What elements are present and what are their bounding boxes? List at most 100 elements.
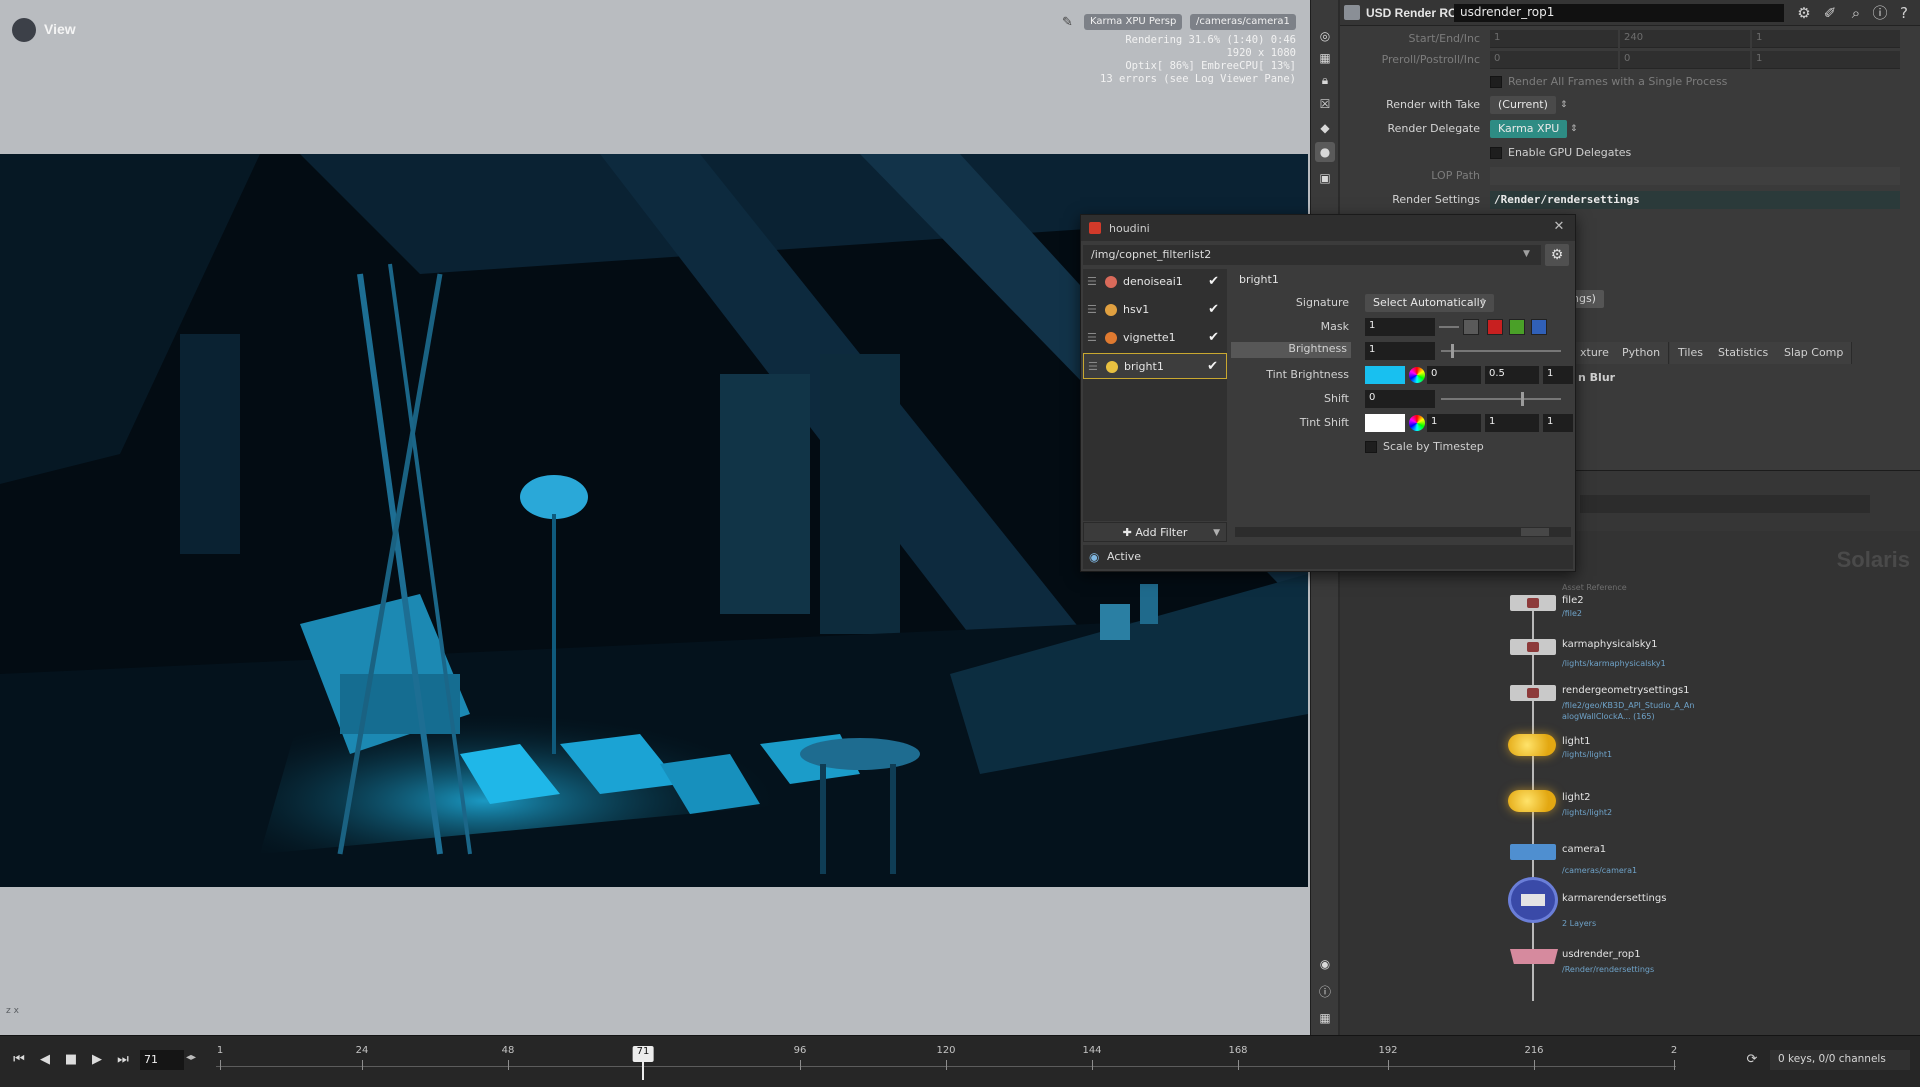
stop-icon[interactable]: ■ xyxy=(60,1049,82,1071)
add-filter-button[interactable]: ✚ Add Filter ▼ xyxy=(1083,522,1227,542)
tab-slap-comp[interactable]: Slap Comp xyxy=(1776,342,1853,364)
chevron-down-icon[interactable]: ▼ xyxy=(1523,249,1530,259)
tint-brightness-g[interactable]: 0.5 xyxy=(1485,366,1539,384)
timeline-ruler[interactable]: 1 24 48 96 120 144 168 192 216 2 71 xyxy=(216,1042,1677,1082)
jump-start-icon[interactable]: ⏮ xyxy=(8,1049,30,1071)
playhead-line[interactable] xyxy=(642,1062,644,1080)
filter-item-denoiseai1[interactable]: ☰ denoiseai1 ✔ xyxy=(1083,269,1227,295)
tint-shift-g[interactable]: 1 xyxy=(1485,414,1539,432)
tint-brightness-r[interactable]: 0 xyxy=(1427,366,1481,384)
mask-field[interactable]: 1 xyxy=(1365,318,1435,336)
horizontal-scrollbar[interactable] xyxy=(1235,527,1571,537)
headlight-icon[interactable]: ● xyxy=(1315,142,1335,162)
tint-brightness-b[interactable]: 1 xyxy=(1543,366,1573,384)
eye-icon[interactable]: ◎ xyxy=(1315,26,1335,46)
layout-grid-icon[interactable]: ▦ xyxy=(1315,1008,1335,1028)
brush-icon[interactable]: ✐ xyxy=(1820,3,1840,23)
lop-path-field[interactable] xyxy=(1490,167,1900,185)
ghost-icon[interactable]: ☒ xyxy=(1315,94,1335,114)
checkmark-icon[interactable]: ✔ xyxy=(1208,274,1219,289)
active-toggle-row[interactable]: ◉ Active xyxy=(1083,545,1573,569)
filter-item-hsv1[interactable]: ☰ hsv1 ✔ xyxy=(1083,297,1227,323)
render-settings-field[interactable]: /Render/rendersettings xyxy=(1490,191,1900,209)
signature-menu[interactable]: Select Automatically xyxy=(1365,294,1495,312)
brightness-slider-handle[interactable] xyxy=(1451,344,1454,358)
drag-handle-icon[interactable]: ☰ xyxy=(1087,275,1097,288)
snap-icon[interactable]: ▦ xyxy=(1315,48,1335,68)
karma-render-settings-icon[interactable] xyxy=(1508,877,1558,923)
rop-node-name-field[interactable]: usdrender_rop1 xyxy=(1454,4,1784,22)
lighting-icon[interactable]: ◆ xyxy=(1315,118,1335,138)
shift-slider-handle[interactable] xyxy=(1521,392,1524,406)
node-light1[interactable]: light1 /lights/light1 xyxy=(1340,730,1920,770)
node-body[interactable] xyxy=(1510,639,1556,655)
tab-texture[interactable]: xture xyxy=(1572,342,1618,364)
brightness-field[interactable]: 1 xyxy=(1365,342,1435,360)
enable-gpu-checkbox[interactable] xyxy=(1490,147,1502,159)
tab-statistics[interactable]: Statistics xyxy=(1710,342,1778,364)
tint-brightness-swatch[interactable] xyxy=(1365,366,1405,384)
node-file2[interactable]: Asset Reference file2 /file2 xyxy=(1340,583,1920,623)
tab-tiles[interactable]: Tiles xyxy=(1670,342,1712,364)
search-icon[interactable]: ⌕ xyxy=(1846,3,1866,23)
info-icon[interactable]: ⓘ xyxy=(1870,3,1890,23)
camera-dropdown[interactable]: /cameras/camera1 xyxy=(1190,14,1296,30)
rop-node-icon[interactable] xyxy=(1510,949,1558,964)
mask-slider-track[interactable] xyxy=(1439,326,1459,328)
node-camera1[interactable]: camera1 /cameras/camera1 xyxy=(1340,840,1920,880)
tab-python[interactable]: Python xyxy=(1614,342,1670,364)
red-channel-button[interactable] xyxy=(1487,319,1503,335)
step-back-icon[interactable]: ◀ xyxy=(34,1049,56,1071)
keys-channels-status[interactable]: 0 keys, 0/0 channels xyxy=(1770,1050,1910,1070)
green-channel-button[interactable] xyxy=(1509,319,1525,335)
shift-slider-track[interactable] xyxy=(1441,398,1561,400)
postroll-field[interactable]: 0 xyxy=(1620,51,1750,69)
render-with-take-menu[interactable]: (Current) xyxy=(1490,96,1556,114)
eye-icon[interactable]: ◉ xyxy=(1089,550,1099,564)
step-arrows-icon[interactable]: ◂▸ xyxy=(186,1052,196,1063)
preroll-inc-field[interactable]: 1 xyxy=(1752,51,1900,69)
checkmark-icon[interactable]: ✔ xyxy=(1207,359,1218,374)
color-wheel-icon[interactable] xyxy=(1409,415,1425,431)
brightness-slider-track[interactable] xyxy=(1441,350,1561,352)
close-icon[interactable]: ✕ xyxy=(1551,219,1567,235)
end-frame-field[interactable]: 240 xyxy=(1620,30,1750,48)
filter-item-bright1[interactable]: ☰ bright1 ✔ xyxy=(1083,353,1227,379)
inc-frame-field[interactable]: 1 xyxy=(1752,30,1900,48)
tint-shift-b[interactable]: 1 xyxy=(1543,414,1573,432)
color-wheel-icon[interactable] xyxy=(1409,367,1425,383)
render-all-frames-checkbox[interactable] xyxy=(1490,76,1502,88)
gear-icon[interactable]: ⚙ xyxy=(1794,3,1814,23)
network-path-field[interactable] xyxy=(1580,495,1870,513)
node-usdrender-rop1[interactable]: usdrender_rop1 /Render/rendersettings xyxy=(1340,941,1920,981)
drag-handle-icon[interactable]: ☰ xyxy=(1088,360,1098,373)
scale-by-timestep-checkbox[interactable] xyxy=(1365,441,1377,453)
node-body[interactable] xyxy=(1510,685,1556,701)
camera-view-icon[interactable]: ▣ xyxy=(1315,168,1335,188)
jump-end-icon[interactable]: ⏭ xyxy=(112,1049,134,1071)
gear-icon[interactable]: ⚙ xyxy=(1545,244,1569,266)
render-delegate-menu[interactable]: Karma XPU xyxy=(1490,120,1568,138)
node-rendergeometrysettings1[interactable]: rendergeometrysettings1 /file2/geo/KB3D_… xyxy=(1340,681,1920,721)
light-node-icon[interactable] xyxy=(1508,790,1556,812)
current-frame-field[interactable]: 71 xyxy=(140,1050,184,1070)
light-node-icon[interactable] xyxy=(1508,734,1556,756)
filter-item-vignette1[interactable]: ☰ vignette1 ✔ xyxy=(1083,325,1227,351)
renderer-dropdown[interactable]: Karma XPU Persp xyxy=(1084,14,1183,30)
copnet-path-field[interactable]: /img/copnet_filterlist2 xyxy=(1083,245,1541,265)
play-icon[interactable]: ▶ xyxy=(86,1049,108,1071)
chevron-down-icon[interactable]: ▼ xyxy=(1213,523,1220,543)
info-icon[interactable]: ⓘ xyxy=(1315,982,1335,1002)
node-karmaphysicalsky1[interactable]: karmaphysicalsky1 /lights/karmaphysicals… xyxy=(1340,635,1920,675)
tint-shift-swatch[interactable] xyxy=(1365,414,1405,432)
visibility-icon[interactable]: ◉ xyxy=(1315,954,1335,974)
channel-menu-icon[interactable] xyxy=(1463,319,1479,335)
scrollbar-thumb[interactable] xyxy=(1521,528,1549,536)
drag-handle-icon[interactable]: ☰ xyxy=(1087,303,1097,316)
lock-icon[interactable]: 🔒︎ xyxy=(1315,70,1335,90)
pen-icon[interactable]: ✎ xyxy=(1062,16,1076,30)
playhead-frame-label[interactable]: 71 xyxy=(632,1046,654,1062)
blue-channel-button[interactable] xyxy=(1531,319,1547,335)
node-karmarendersettings[interactable]: karmarendersettings 2 Layers xyxy=(1340,877,1920,933)
start-frame-field[interactable]: 1 xyxy=(1490,30,1618,48)
